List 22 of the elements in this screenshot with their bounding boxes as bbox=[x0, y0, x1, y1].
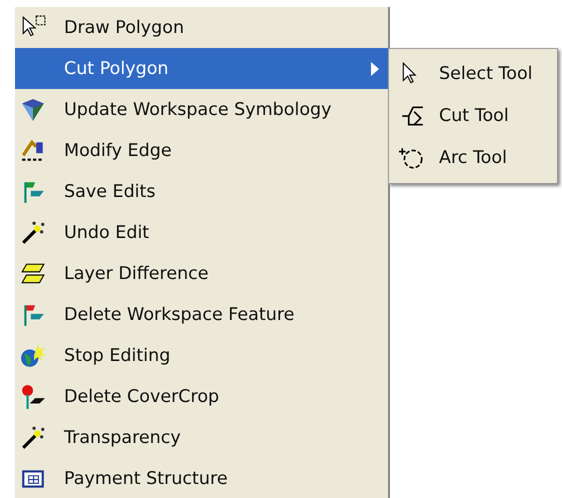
menu-item[interactable]: Undo Edit bbox=[15, 212, 388, 253]
menu-item[interactable]: Save Edits bbox=[15, 171, 388, 212]
menu-item[interactable]: Draw Polygon bbox=[15, 7, 388, 48]
menu-item[interactable]: Update Workspace Symbology bbox=[15, 89, 388, 130]
globe-icon bbox=[20, 342, 46, 368]
menu-item[interactable]: Delete Workspace Feature bbox=[15, 294, 388, 335]
gem-icon bbox=[20, 96, 46, 122]
menu-item[interactable]: Transparency bbox=[15, 417, 388, 458]
submenu-arrow-icon bbox=[370, 62, 380, 76]
menu-item[interactable]: Stop Editing bbox=[15, 335, 388, 376]
menu-item[interactable]: Cut Polygon bbox=[15, 48, 388, 89]
pin-icon bbox=[20, 384, 46, 410]
menu-item[interactable]: Layer Difference bbox=[15, 253, 388, 294]
menu-item[interactable]: Modify Edge bbox=[15, 130, 388, 171]
wand-icon bbox=[20, 220, 46, 246]
submenu-item[interactable]: Arc Tool bbox=[389, 137, 557, 179]
submenu-item[interactable]: Cut Tool bbox=[389, 95, 557, 137]
menu-item[interactable]: Delete CoverCrop bbox=[15, 376, 388, 417]
wand-icon bbox=[20, 424, 46, 450]
submenu-item[interactable]: Select Tool bbox=[389, 53, 557, 95]
menu-item[interactable]: Payment Structure bbox=[15, 458, 388, 498]
edge-icon bbox=[20, 138, 46, 164]
